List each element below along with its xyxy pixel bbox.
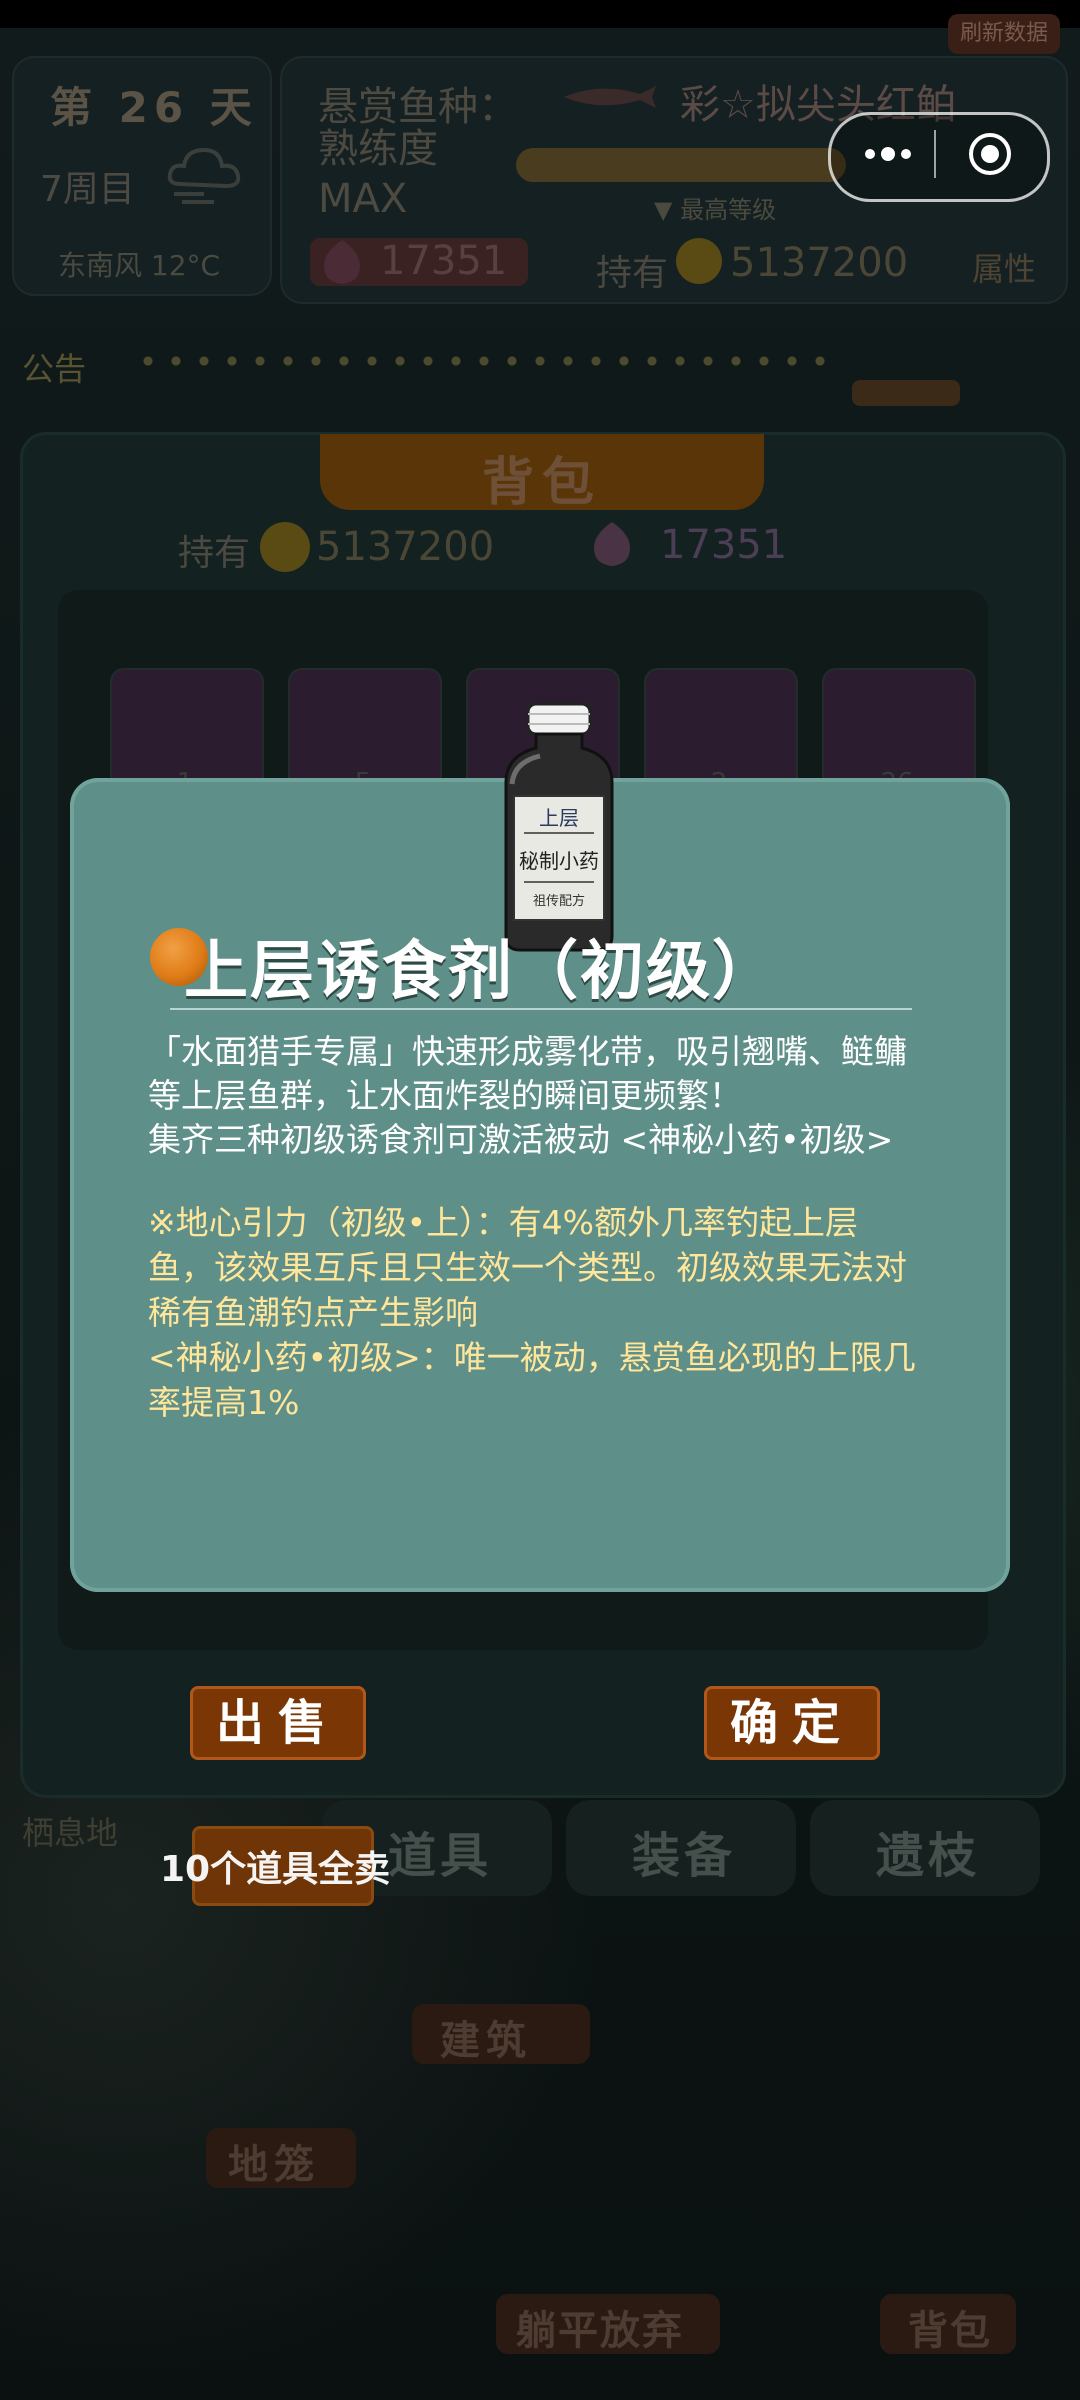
capsule-divider bbox=[934, 130, 936, 178]
status-bar bbox=[0, 0, 1080, 28]
notice-label: 公告 bbox=[22, 350, 87, 388]
refresh-data-button[interactable]: 刷新数据 bbox=[948, 14, 1060, 54]
wind-weather: 东南风 12°C bbox=[58, 249, 221, 282]
gem-icon bbox=[324, 240, 360, 284]
target-icon[interactable] bbox=[966, 130, 1014, 178]
confirm-button[interactable]: 确定 bbox=[704, 1686, 880, 1760]
backpack-title: 背包 bbox=[481, 453, 602, 513]
attribute-button[interactable]: 属性 bbox=[972, 244, 1036, 290]
svg-text:秘制小药: 秘制小药 bbox=[519, 849, 599, 873]
cage-button[interactable]: 地笼 bbox=[228, 2132, 320, 2190]
skill-progress-bar bbox=[516, 148, 846, 182]
tab-relics-label: 遗枝 bbox=[876, 1828, 981, 1884]
coin-count: 5137200 bbox=[730, 240, 909, 286]
cloud-icon bbox=[167, 147, 241, 204]
title-divider bbox=[170, 1008, 912, 1010]
sell-all-label[interactable]: 10个道具全卖 bbox=[160, 1840, 390, 1892]
day-counter: 第 26 天 bbox=[50, 83, 258, 132]
build-button[interactable]: 建筑 bbox=[440, 2008, 532, 2066]
backpack-button[interactable]: 背包 bbox=[908, 2298, 992, 2356]
fish-icon bbox=[564, 86, 656, 108]
bag-gem-count: 17351 bbox=[660, 522, 788, 568]
effect-line: 鱼，该效果互斥且只生效一个类型。初级效果无法对 bbox=[148, 1248, 907, 1287]
description-line: 「水面猎手专属」快速形成雾化带，吸引翘嘴、鲢鳙 bbox=[148, 1032, 907, 1071]
effect-line: <神秘小药•初级>：唯一被动，悬赏鱼必现的上限几 bbox=[148, 1338, 916, 1377]
item-title: 上层诱食剂（初级） bbox=[184, 935, 778, 1009]
notice-scroll-dots bbox=[134, 355, 834, 367]
tab-equipment-label: 装备 bbox=[632, 1828, 737, 1884]
sell-button[interactable]: 出售 bbox=[190, 1686, 366, 1760]
effect-line: ※地心引力（初级•上）：有4%额外几率钓起上层 bbox=[148, 1203, 858, 1242]
effect-line: 率提高1% bbox=[148, 1383, 300, 1422]
gem-icon bbox=[594, 522, 630, 566]
coin-icon bbox=[260, 522, 310, 572]
habitat-label: 栖息地 bbox=[22, 1814, 119, 1852]
week-counter: 7周目 bbox=[40, 169, 135, 210]
description-line: 集齐三种初级诱食剂可激活被动 <神秘小药•初级> bbox=[148, 1120, 894, 1159]
bag-hold-label: 持有 bbox=[178, 533, 251, 574]
svg-text:祖传配方: 祖传配方 bbox=[533, 893, 585, 909]
svg-text:上层: 上层 bbox=[539, 806, 579, 830]
rank-text: ▼ 最高等级 bbox=[654, 196, 777, 224]
description-line: 等上层鱼群，让水面炸裂的瞬间更频繁！ bbox=[148, 1076, 742, 1115]
skill-label: 熟练度 MAX bbox=[318, 126, 438, 222]
effect-line: 稀有鱼潮钓点产生影响 bbox=[148, 1293, 478, 1332]
side-badge bbox=[852, 380, 960, 406]
gem-count: 17351 bbox=[380, 238, 508, 284]
tab-items-label: 道具 bbox=[388, 1828, 493, 1884]
bottle-icon: 上层 秘制小药 祖传配方 bbox=[504, 702, 614, 952]
item-effects: ※地心引力（初级•上）：有4%额外几率钓起上层 鱼，该效果互斥且只生效一个类型。… bbox=[148, 1200, 938, 1425]
coin-icon bbox=[676, 238, 722, 284]
giveup-button[interactable]: 躺平放弃 bbox=[516, 2298, 684, 2356]
item-description: 「水面猎手专属」快速形成雾化带，吸引翘嘴、鲢鳙 等上层鱼群，让水面炸裂的瞬间更频… bbox=[148, 1030, 938, 1162]
hold-label: 持有 bbox=[596, 253, 669, 294]
bag-coin-count: 5137200 bbox=[316, 524, 495, 570]
more-icon[interactable] bbox=[856, 138, 920, 170]
